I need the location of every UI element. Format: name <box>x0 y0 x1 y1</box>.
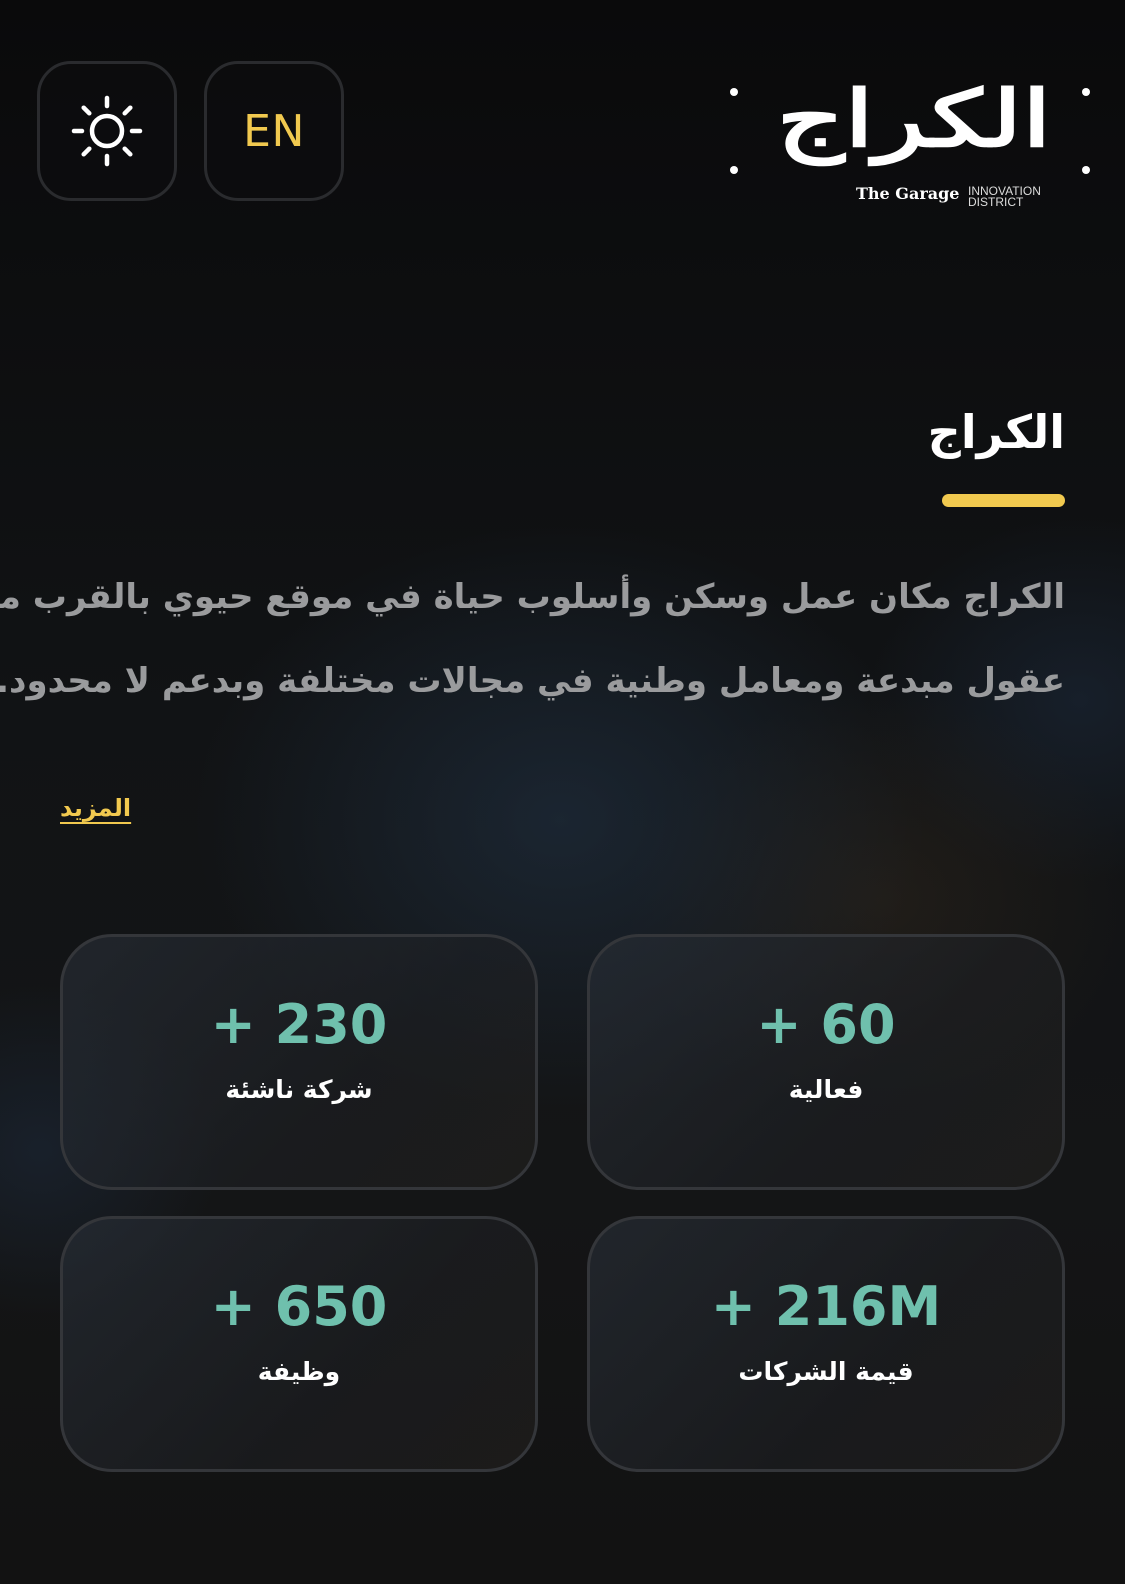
logo-arabic-wordmark: الكراج <box>776 74 1052 165</box>
logo-english-wordmark: The Garage <box>856 184 960 203</box>
stat-value: + 230 <box>210 993 388 1056</box>
logo[interactable]: الكراج The Garage INNOVATION DISTRICT <box>728 72 1098 212</box>
stat-value: + 60 <box>756 993 896 1056</box>
description-line: عقول مبدعة ومعامل وطنية في مجالات مختلفة… <box>0 661 1065 701</box>
stat-value: + 650 <box>210 1275 388 1338</box>
stat-card-events: + 60 فعالية <box>587 934 1065 1190</box>
section-description: الكراج مكان عمل وسكن وأسلوب حياة في موقع… <box>0 555 1065 723</box>
title-underline <box>942 494 1065 507</box>
theme-toggle-button[interactable] <box>37 61 177 201</box>
section-title: الكراج <box>927 405 1065 459</box>
language-toggle-label: EN <box>243 105 305 157</box>
logo-tagline: INNOVATION DISTRICT <box>968 186 1041 208</box>
stat-card-company-value: + 216M قيمة الشركات <box>587 1216 1065 1472</box>
more-link[interactable]: المزيد <box>60 794 131 822</box>
stat-card-startups: + 230 شركة ناشئة <box>60 934 538 1190</box>
stat-card-jobs: + 650 وظيفة <box>60 1216 538 1472</box>
stat-label: قيمة الشركات <box>738 1357 914 1386</box>
language-toggle-button[interactable]: EN <box>204 61 344 201</box>
description-line: الكراج مكان عمل وسكن وأسلوب حياة في موقع… <box>0 577 1065 617</box>
sun-icon <box>71 95 143 167</box>
stat-label: وظيفة <box>257 1357 341 1386</box>
stat-label: فعالية <box>788 1075 864 1104</box>
stat-value: + 216M <box>710 1275 942 1338</box>
stat-label: شركة ناشئة <box>225 1075 373 1104</box>
